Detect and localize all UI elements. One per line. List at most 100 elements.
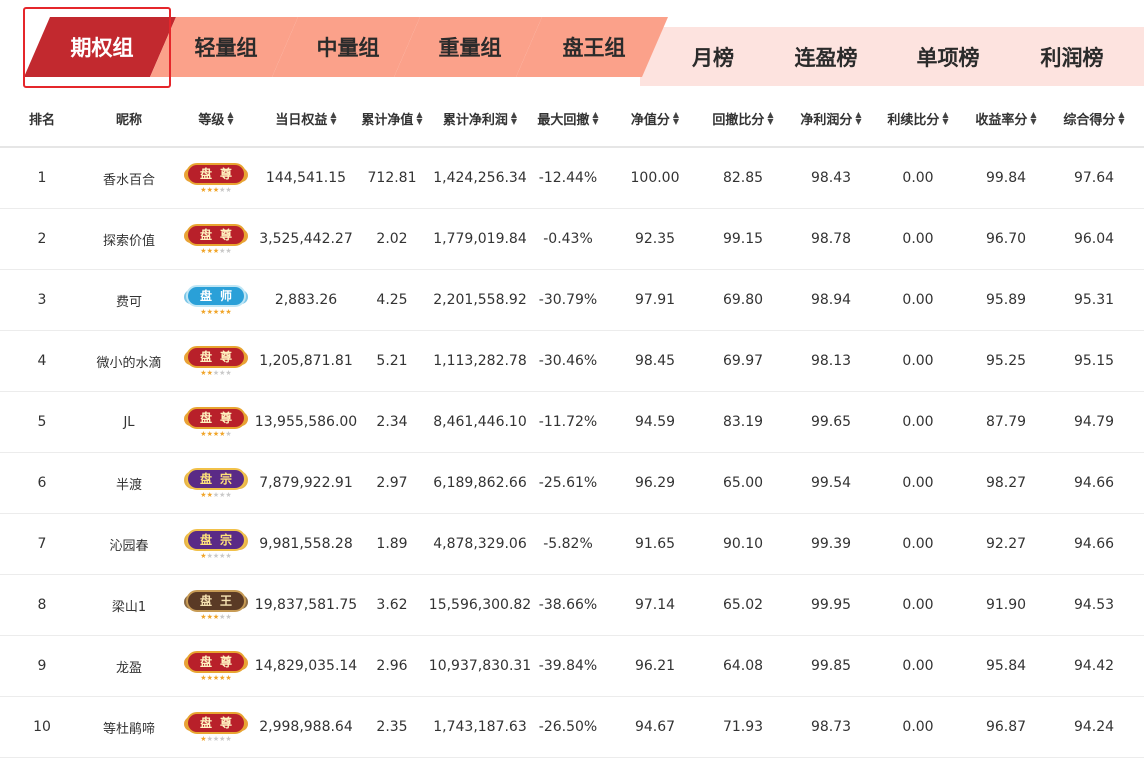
cell-profit-score: 99.95 — [791, 575, 871, 635]
cell-daily-equity: 1,205,871.81 — [256, 331, 356, 391]
cell-return-score: 87.79 — [966, 392, 1046, 452]
sort-icon[interactable]: ▲ ▼ — [942, 111, 948, 126]
cell-text: 龙盈 — [115, 660, 142, 676]
cell-text: 99.65 — [810, 414, 852, 430]
cell-nickname[interactable]: 微小的水滴 — [79, 331, 179, 391]
sort-down-icon: ▼ — [767, 117, 774, 126]
cell-text: 9,981,558.28 — [259, 536, 353, 552]
badge-plate: 盘尊 — [186, 162, 246, 185]
cell-text: 99.85 — [810, 658, 852, 674]
header-col-return-score[interactable]: 收益率分 ▲ ▼ — [966, 90, 1046, 146]
cell-text: 半渡 — [115, 477, 142, 493]
sort-icon[interactable]: ▲ ▼ — [1030, 111, 1036, 126]
cell-cumulative-profit: 1,424,256.34 — [430, 148, 530, 208]
cell-daily-equity: 2,998,988.64 — [256, 697, 356, 757]
cell-text: 沁园春 — [109, 538, 149, 554]
cell-nickname[interactable]: 探索价值 — [79, 209, 179, 269]
cell-nickname[interactable]: 香水百合 — [79, 148, 179, 208]
badge-plate: 盘宗 — [186, 528, 246, 551]
cell-nickname[interactable]: 等杜鹃啼 — [79, 697, 179, 757]
cell-nickname[interactable]: 费可 — [79, 270, 179, 330]
cell-text: 96.04 — [1073, 231, 1115, 247]
cell-cumulative-profit: 1,779,019.84 — [430, 209, 530, 269]
sort-icon[interactable]: ▲ ▼ — [855, 111, 861, 126]
cell-text: 1.89 — [376, 536, 408, 552]
sort-icon[interactable]: ▲ ▼ — [416, 111, 423, 126]
cell-return-score: 91.90 — [966, 575, 1046, 635]
tab-king-group[interactable]: 盘王组 — [516, 17, 668, 77]
header-col-rank: 排名 — [12, 90, 72, 146]
tab-profit-ranking[interactable]: 利润榜 — [1022, 27, 1122, 86]
tab-options-group[interactable]: 期权组 — [24, 17, 176, 77]
cell-nav-score: 91.65 — [615, 514, 695, 574]
cell-daily-equity: 19,837,581.75 — [255, 575, 357, 635]
tab-label: 利润榜 — [1040, 45, 1104, 70]
badge-star-rating: ★★★★★ — [200, 369, 231, 377]
cell-text: 82.85 — [722, 170, 764, 186]
sort-down-icon: ▼ — [416, 117, 423, 126]
cell-nickname[interactable]: 龙盈 — [79, 636, 179, 696]
tab-medium-group[interactable]: 中量组 — [272, 17, 420, 77]
cell-max-drawdown: -39.84% — [528, 636, 608, 696]
header-col-level[interactable]: 等级 ▲ ▼ — [178, 90, 254, 146]
header-label: 利续比分 — [887, 112, 940, 128]
star-icon: ★ — [225, 246, 232, 255]
tab-monthly-ranking[interactable]: 月榜 — [668, 27, 758, 86]
cell-cumulative-profit: 2,201,558.92 — [430, 270, 530, 330]
cell-max-drawdown: -30.79% — [528, 270, 608, 330]
header-col-continuity-score[interactable]: 利续比分 ▲ ▼ — [878, 90, 958, 146]
cell-cumulative-profit: 1,743,187.63 — [430, 697, 530, 757]
cell-return-score: 99.84 — [966, 148, 1046, 208]
sort-icon[interactable]: ▲ ▼ — [673, 111, 679, 126]
badge-plate: 盘尊 — [186, 345, 246, 368]
tab-winning-streak-ranking[interactable]: 连盈榜 — [776, 27, 876, 86]
cell-nickname[interactable]: 半渡 — [79, 453, 179, 513]
cell-continuity-score: 0.00 — [878, 270, 958, 330]
header-col-nav-score[interactable]: 净值分 ▲ ▼ — [615, 90, 695, 146]
cell-text: 6,189,862.66 — [433, 475, 527, 491]
cell-text: 98.73 — [810, 719, 852, 735]
header-col-profit-score[interactable]: 净利润分 ▲ ▼ — [791, 90, 871, 146]
cell-continuity-score: 0.00 — [878, 514, 958, 574]
cell-text: 7,879,922.91 — [259, 475, 353, 491]
tab-light-group[interactable]: 轻量组 — [150, 17, 298, 77]
header-col-daily-equity[interactable]: 当日权益 ▲ ▼ — [256, 90, 356, 146]
cell-text: 8 — [37, 597, 47, 613]
badge-star-rating: ★★★★★ — [200, 674, 231, 682]
sort-icon[interactable]: ▲ ▼ — [330, 111, 336, 126]
cell-rank: 1 — [12, 148, 72, 208]
sort-icon[interactable]: ▲ ▼ — [511, 111, 517, 126]
header-col-cumulative-nav[interactable]: 累计净值 ▲ ▼ — [354, 90, 430, 146]
cell-text: 0.00 — [902, 475, 934, 491]
cell-daily-equity: 3,525,442.27 — [256, 209, 356, 269]
level-panzun-badge-icon: 盘尊 ★★★★★ — [180, 400, 252, 444]
header-col-cumulative-profit[interactable]: 累计净利润 ▲ ▼ — [430, 90, 530, 146]
cell-nickname[interactable]: 沁园春 — [79, 514, 179, 574]
header-col-drawdown-score[interactable]: 回撤比分 ▲ ▼ — [703, 90, 783, 146]
cell-nickname[interactable]: 梁山1 — [79, 575, 179, 635]
badge-star-rating: ★★★★★ — [200, 308, 231, 316]
cell-text: 0.00 — [902, 719, 934, 735]
level-panzun-badge-icon: 盘尊 ★★★★★ — [180, 705, 252, 749]
cell-text: 0.00 — [902, 292, 934, 308]
sort-icon[interactable]: ▲ ▼ — [227, 111, 233, 126]
cell-return-score: 96.70 — [966, 209, 1046, 269]
cell-drawdown-score: 99.15 — [703, 209, 783, 269]
cell-total-score: 95.31 — [1054, 270, 1134, 330]
cell-profit-score: 99.39 — [791, 514, 871, 574]
header-label: 收益率分 — [975, 112, 1028, 128]
header-col-total-score[interactable]: 综合得分 ▲ ▼ — [1054, 90, 1134, 146]
sort-icon[interactable]: ▲ ▼ — [1118, 111, 1124, 126]
cell-text: 14,829,035.14 — [254, 658, 358, 674]
sort-icon[interactable]: ▲ ▼ — [592, 111, 598, 126]
cell-text: 13,955,586.00 — [254, 414, 358, 430]
cell-text: 1,743,187.63 — [433, 719, 527, 735]
sort-icon[interactable]: ▲ ▼ — [767, 111, 774, 126]
header-col-max-drawdown[interactable]: 最大回撤 ▲ ▼ — [528, 90, 608, 146]
cell-nickname[interactable]: JL — [79, 392, 179, 452]
header-label: 等级 — [198, 112, 225, 128]
tab-single-item-ranking[interactable]: 单项榜 — [898, 27, 998, 86]
tab-heavy-group[interactable]: 重量组 — [394, 17, 542, 77]
cell-text: 94.42 — [1073, 658, 1115, 674]
cell-continuity-score: 0.00 — [878, 148, 958, 208]
